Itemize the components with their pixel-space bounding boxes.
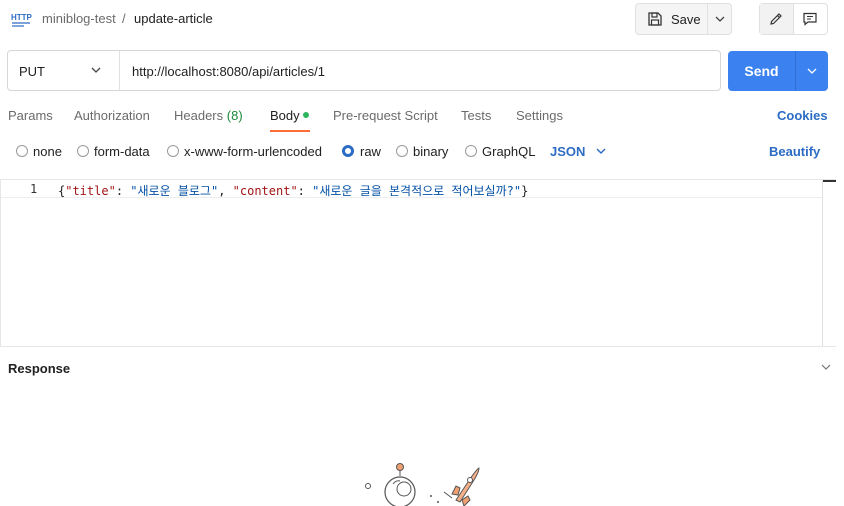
token-comma: , (218, 184, 233, 198)
token-colon: : (115, 184, 131, 198)
response-title: Response (8, 361, 71, 376)
code-line[interactable]: {"title": "새로운 블로그", "content": "새로운 글을 … (58, 182, 528, 199)
headers-count: (8) (226, 108, 243, 123)
send-button[interactable]: Send (728, 51, 796, 91)
chevron-down-icon[interactable] (90, 63, 102, 77)
chevron-down-icon[interactable] (596, 144, 606, 158)
tab-settings[interactable]: Settings (516, 108, 563, 123)
tab-authorization[interactable]: Authorization (74, 108, 150, 123)
save-options-button[interactable] (708, 4, 731, 34)
radio-urlencoded[interactable] (167, 145, 179, 157)
tab-tests[interactable]: Tests (461, 108, 491, 123)
radio-graphql[interactable] (465, 145, 477, 157)
side-actions (759, 3, 828, 35)
comments-button[interactable] (794, 4, 828, 34)
line-number: 1 (30, 182, 38, 196)
tab-params[interactable]: Params (8, 108, 53, 123)
token-brace: } (521, 184, 529, 198)
save-button[interactable]: Save (636, 4, 708, 34)
divider (119, 51, 120, 90)
status-dot (302, 112, 309, 118)
method-select[interactable]: PUT (19, 64, 45, 79)
radio-none-label[interactable]: none (33, 144, 62, 159)
request-url-bar: PUT http://localhost:8080/api/articles/1 (7, 50, 721, 91)
token-string: "새로운 글을 본격적으로 적어보실까?" (312, 184, 522, 198)
http-icon: HTTP (11, 13, 32, 27)
radio-form-data[interactable] (77, 145, 89, 157)
tab-body[interactable]: Body (270, 108, 309, 123)
tab-prerequest-script[interactable]: Pre-request Script (333, 108, 438, 123)
save-label: Save (671, 11, 701, 27)
radio-form-data-label[interactable]: form-data (94, 144, 150, 159)
radio-none[interactable] (16, 145, 28, 157)
scrollbar-thumb[interactable] (823, 180, 836, 186)
chevron-down-icon (715, 16, 724, 22)
radio-binary[interactable] (396, 145, 408, 157)
beautify-link[interactable]: Beautify (769, 144, 820, 159)
breadcrumb-separator: / (122, 11, 126, 26)
response-header[interactable]: Response (0, 352, 844, 384)
url-input[interactable]: http://localhost:8080/api/articles/1 (132, 64, 325, 79)
rocket-illustration (365, 463, 480, 506)
editor-scrollbar[interactable] (822, 180, 836, 346)
radio-raw-label[interactable]: raw (360, 144, 381, 159)
chevron-down-icon[interactable] (821, 363, 831, 371)
svg-text:HTTP: HTTP (11, 13, 32, 22)
pencil-icon (770, 13, 783, 25)
edit-button[interactable] (760, 4, 794, 34)
tab-headers[interactable]: Headers (8) (174, 108, 243, 123)
radio-urlencoded-label[interactable]: x-www-form-urlencoded (184, 144, 322, 159)
request-name[interactable]: update-article (134, 11, 213, 26)
tab-body-label: Body (270, 108, 300, 123)
send-options-button[interactable] (796, 51, 828, 91)
breadcrumb-collection[interactable]: miniblog-test (42, 11, 116, 26)
body-editor[interactable]: 1 {"title": "새로운 블로그", "content": "새로운 글… (0, 179, 836, 347)
token-string: "새로운 블로그" (130, 184, 219, 198)
save-icon (648, 12, 662, 26)
radio-binary-label[interactable]: binary (413, 144, 448, 159)
cookies-link[interactable]: Cookies (777, 108, 828, 123)
request-header: HTTP miniblog-test / update-article Save (0, 0, 844, 38)
send-button-group: Send (728, 51, 828, 91)
request-tabs: Params Authorization Headers (8) Body Pr… (0, 102, 844, 132)
chevron-down-icon (807, 68, 817, 74)
body-type-options: none form-data x-www-form-urlencoded raw… (0, 140, 844, 164)
token-colon: : (297, 184, 313, 198)
active-tab-indicator (270, 130, 310, 132)
format-select[interactable]: JSON (550, 144, 585, 159)
tab-headers-label: Headers (174, 108, 224, 123)
radio-graphql-label[interactable]: GraphQL (482, 144, 535, 159)
token-key: "title" (65, 184, 116, 198)
radio-raw[interactable] (342, 145, 354, 157)
token-key: "content" (232, 184, 298, 198)
save-button-group: Save (635, 3, 732, 35)
comment-icon (803, 12, 817, 26)
